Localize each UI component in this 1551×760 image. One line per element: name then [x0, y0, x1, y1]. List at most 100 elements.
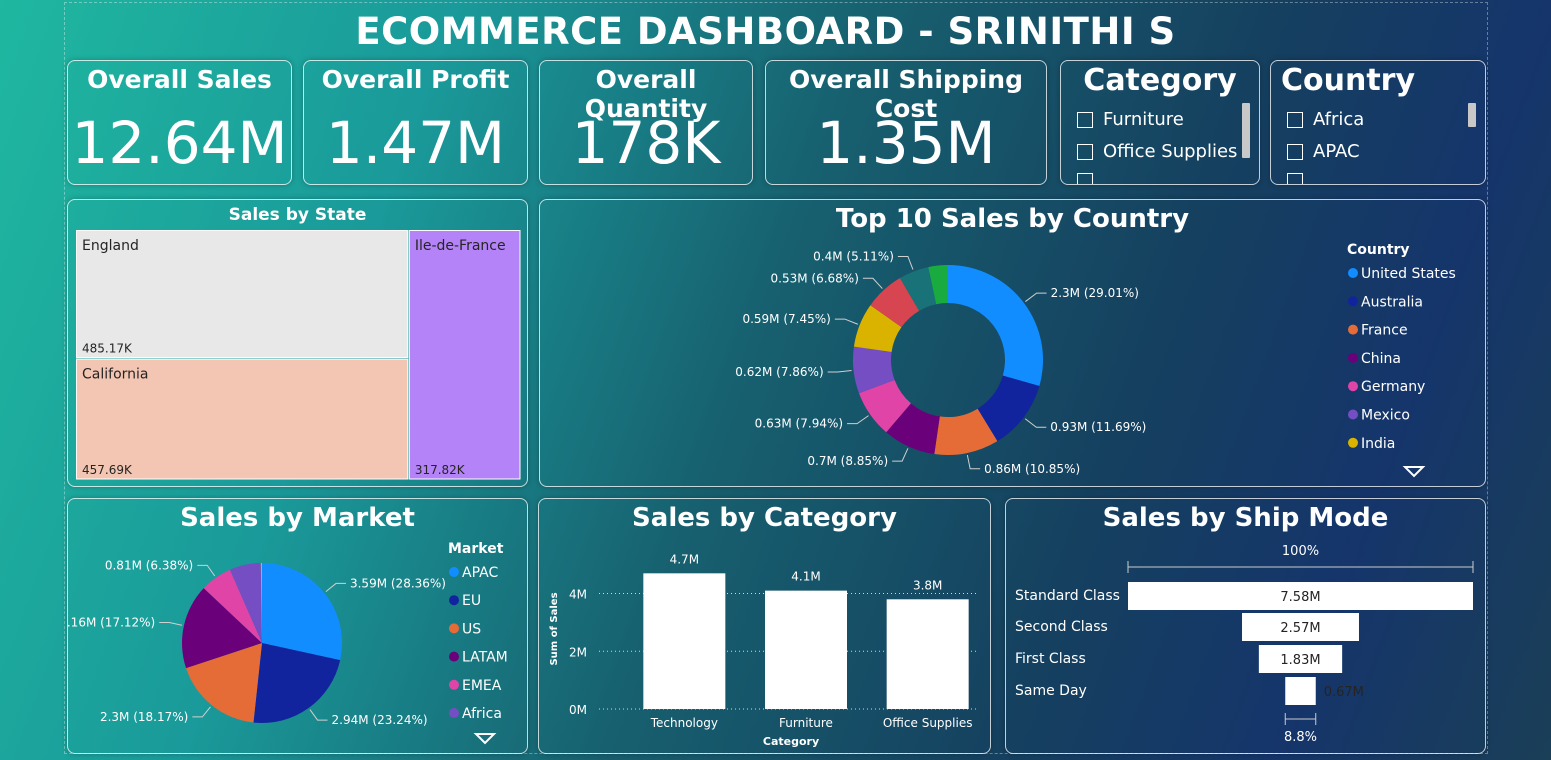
checkbox[interactable] — [1077, 111, 1093, 128]
legend-marker — [449, 595, 459, 606]
legend-item: LATAM — [462, 650, 508, 666]
treemap-tile — [408, 230, 521, 480]
bar — [886, 599, 969, 709]
treemap-value: 317.82K — [415, 463, 466, 477]
checkbox — [1077, 173, 1093, 184]
visual-sales-by-ship-mode[interactable]: Sales by Ship Mode 100% Standard Class 7.5… — [1005, 498, 1486, 754]
legend-marker — [1348, 437, 1358, 448]
legend-item: Australia — [1361, 294, 1423, 310]
legend-item: Mexico — [1361, 408, 1410, 424]
legend-marker — [1348, 352, 1358, 363]
kpi-card-overall-profit[interactable]: Overall Profit 1.47M — [303, 60, 528, 185]
legend-item: India — [1361, 436, 1395, 452]
legend-marker — [449, 708, 459, 718]
y-tick-label: 4M — [569, 588, 587, 602]
treemap-value: 457.69K — [82, 463, 133, 477]
kpi-card-overall-shipping-cost[interactable]: Overall Shipping Cost 1.35M — [765, 60, 1047, 185]
slicer-option-africa[interactable]: Africa — [1287, 109, 1364, 130]
data-label: 4.7M — [670, 552, 699, 566]
slicer-option-office-supplies[interactable]: Office Supplies — [1077, 141, 1237, 162]
chevron-down-icon — [473, 733, 497, 745]
category-label: Second Class — [1015, 619, 1108, 635]
leader-line — [1024, 418, 1047, 428]
slicer-option-label: APAC — [1313, 141, 1360, 162]
data-label: 0.67M — [1324, 685, 1364, 700]
visual-sales-by-category[interactable]: Sales by Category 0M 2M 4M 4.7M Technology 4.… — [538, 498, 991, 754]
data-label: 7.58M — [1280, 590, 1320, 605]
chevron-down-icon — [1402, 466, 1426, 478]
leader-line — [192, 706, 211, 718]
legend-item: France — [1361, 323, 1408, 339]
data-label: 2.3M (29.01%) — [1051, 286, 1139, 300]
kpi-label: Overall Sales — [87, 65, 272, 94]
slicer-option-partial — [1077, 173, 1103, 184]
slicer-option-partial — [1287, 173, 1313, 184]
top-percentage-label: 100% — [1282, 544, 1319, 559]
funnel-chart: 100% Standard Class 7.58M Second Class 2.57M… — [1015, 544, 1474, 745]
legend-title: Market — [448, 541, 504, 557]
treemap-value: 485.17K — [82, 342, 133, 356]
data-label: 1.83M — [1280, 653, 1320, 668]
checkbox[interactable] — [1287, 143, 1303, 160]
leader-line — [897, 255, 914, 270]
slicer-option-furniture[interactable]: Furniture — [1077, 109, 1184, 130]
data-label: 2.94M (23.24%) — [332, 713, 428, 727]
data-label: 2.57M — [1280, 621, 1320, 636]
visual-top-10-sales-by-country[interactable]: Top 10 Sales by Country 2.3M (29.01%) 0.9… — [539, 199, 1486, 487]
visual-sales-by-state[interactable]: Sales by State England 485.17K California 4… — [67, 199, 528, 487]
leader-line — [159, 621, 183, 626]
bar-chart: 0M 2M 4M 4.7M Technology 4.1M Furniture 3.8M Off… — [549, 552, 979, 748]
legend-marker — [1348, 381, 1358, 392]
slicer-country[interactable]: Country Africa APAC — [1270, 60, 1486, 185]
slicer-scrollbar[interactable] — [1468, 103, 1476, 127]
legend-item: Africa — [462, 706, 502, 722]
data-label: 3.59M (28.36%) — [350, 576, 446, 590]
legend-marker — [449, 567, 459, 577]
treemap-label: Ile-de-France — [415, 238, 506, 254]
leader-line — [325, 582, 346, 592]
checkbox — [1287, 173, 1303, 184]
pie-chart: 3.59M (28.36%) 2.94M (23.24%) 2.3M (18.17%… — [68, 541, 508, 745]
leader-line — [827, 370, 852, 373]
data-label: 0.59M (7.45%) — [742, 312, 830, 326]
slicer-option-label: Furniture — [1103, 109, 1184, 130]
slicer-option-label: Office Supplies — [1103, 141, 1238, 162]
legend-item: EMEA — [462, 678, 502, 694]
treemap: England 485.17K California 457.69K Ile-de-Fr… — [76, 230, 521, 480]
bottom-percentage-label: 8.8% — [1284, 730, 1317, 745]
slicer-option-apac[interactable]: APAC — [1287, 141, 1360, 162]
checkbox[interactable] — [1077, 143, 1093, 160]
legend-item: China — [1361, 351, 1401, 367]
slicer-scrollbar[interactable] — [1242, 103, 1250, 158]
kpi-card-overall-quantity[interactable]: Overall Quantity 178K — [539, 60, 753, 185]
kpi-value: 1.35M — [816, 109, 996, 177]
leader-line — [966, 454, 981, 470]
y-tick-label: 0M — [569, 703, 587, 717]
pie-slice — [948, 265, 1043, 386]
leader-line — [892, 448, 909, 462]
treemap-label: California — [82, 367, 148, 383]
slicer-title: Country — [1281, 63, 1416, 98]
data-label: 4.1M — [791, 570, 820, 584]
legend-marker — [1348, 296, 1358, 307]
checkbox[interactable] — [1287, 111, 1303, 128]
bar — [765, 590, 847, 709]
visual-sales-by-market[interactable]: Sales by Market 3.59M (28.36%) 2.94M (23.… — [67, 498, 528, 754]
legend-item: APAC — [462, 565, 498, 581]
kpi-value: 1.47M — [325, 109, 506, 177]
legend-item: Germany — [1361, 379, 1425, 395]
kpi-value: 12.64M — [71, 109, 288, 177]
leader-line — [862, 277, 883, 289]
legend-item: EU — [462, 593, 481, 609]
data-label: 3.8M — [913, 578, 942, 592]
slicer-category[interactable]: Category Furniture Office Supplies — [1060, 60, 1260, 185]
leader-line — [847, 415, 869, 425]
data-label: 0.4M (5.11%) — [813, 249, 894, 263]
legend-marker — [1348, 324, 1358, 335]
leader-line — [834, 318, 859, 325]
y-tick-label: 2M — [569, 645, 587, 659]
data-label: 0.53M (6.68%) — [771, 271, 859, 285]
kpi-card-overall-sales[interactable]: Overall Sales 12.64M — [67, 60, 292, 185]
x-tick-label: Office Supplies — [883, 716, 973, 730]
treemap-label: England — [82, 238, 139, 254]
